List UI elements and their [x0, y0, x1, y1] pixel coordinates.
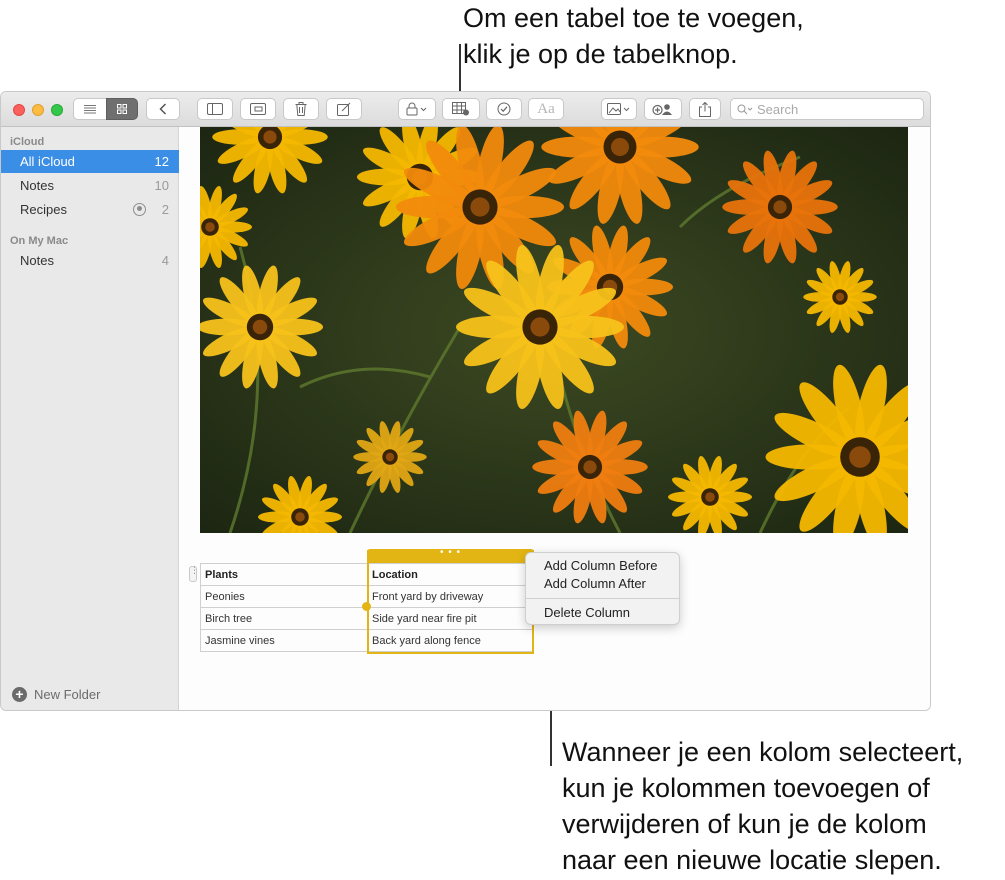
table-header-row: Plants Location — [200, 563, 534, 586]
delete-note-button[interactable] — [283, 98, 319, 120]
search-input[interactable] — [757, 101, 917, 117]
minimize-window-button[interactable] — [32, 104, 44, 116]
toggle-sidebar-button[interactable] — [197, 98, 233, 120]
lock-note-button[interactable] — [398, 98, 436, 120]
table-header-cell[interactable]: Plants — [200, 563, 368, 586]
search-field[interactable] — [730, 98, 924, 120]
note-count: 4 — [161, 253, 169, 268]
callout-column-selection: Wanneer je een kolom selecteert, kun je … — [562, 734, 963, 878]
checklist-button[interactable] — [486, 98, 522, 120]
new-note-button[interactable] — [326, 98, 362, 120]
photo-icon — [607, 103, 630, 115]
media-button[interactable] — [601, 98, 637, 120]
trash-icon — [295, 102, 307, 116]
back-button[interactable] — [146, 98, 180, 120]
compose-icon — [337, 102, 351, 116]
menu-item-add-column-before[interactable]: Add Column Before — [526, 557, 679, 575]
sidebar-icon — [207, 103, 223, 115]
sidebar-item-all-icloud[interactable]: All iCloud 12 — [1, 150, 179, 173]
format-button[interactable]: Aa — [528, 98, 564, 120]
callout-bottom-line: naar een nieuwe locatie slepen. — [562, 845, 942, 875]
format-label: Aa — [537, 100, 555, 117]
table-button[interactable] — [442, 98, 480, 120]
notes-window: Aa iCloud All iCloud 12 Notes 10 Recipes — [0, 91, 931, 711]
share-button[interactable] — [689, 98, 721, 120]
flowers-photo[interactable] — [200, 127, 908, 533]
note-count: 2 — [161, 202, 169, 217]
table-cell[interactable]: Back yard along fence — [367, 629, 534, 652]
flowers-image — [200, 127, 908, 533]
table-cell[interactable]: Jasmine vines — [200, 629, 368, 652]
search-icon — [737, 104, 753, 114]
callout-top-line: klik je op de tabelknop. — [463, 39, 738, 69]
note-count: 12 — [154, 154, 169, 169]
toolbar: Aa — [1, 92, 930, 127]
attachments-button[interactable] — [240, 98, 276, 120]
sidebar-item-mac-notes[interactable]: Notes 4 — [1, 249, 179, 272]
menu-item-delete-column[interactable]: Delete Column — [526, 604, 679, 622]
column-drag-handle[interactable]: • • • — [367, 548, 534, 563]
gallery-view-icon — [117, 104, 127, 114]
gallery-view-button[interactable] — [106, 98, 138, 120]
table-icon — [452, 102, 469, 116]
lock-icon — [406, 102, 427, 116]
table-cell[interactable]: Peonies — [200, 585, 368, 608]
sidebar-item-label: Notes — [20, 253, 54, 268]
list-view-button[interactable] — [73, 98, 107, 120]
sidebar-item-label: All iCloud — [20, 154, 75, 169]
callout-table-button: Om een tabel toe te voegen, klik je op d… — [463, 0, 804, 72]
list-view-icon — [84, 105, 96, 114]
sidebar-header-icloud: iCloud — [10, 136, 45, 148]
new-folder-button[interactable]: + New Folder — [12, 687, 100, 702]
plus-circle-icon: + — [12, 687, 27, 702]
callout-bottom-line: Wanneer je een kolom selecteert, — [562, 737, 964, 767]
zoom-window-button[interactable] — [51, 104, 63, 116]
sidebar-item-label: Notes — [20, 178, 54, 193]
add-people-button[interactable] — [644, 98, 682, 120]
callout-bottom-line: kun je kolommen toevoegen of — [562, 773, 930, 803]
table-row: Jasmine vines Back yard along fence — [200, 629, 534, 652]
sidebar-item-recipes[interactable]: Recipes 2 — [1, 198, 179, 221]
note-table[interactable]: ⋮ • • • Plants Location Peonies Front ya… — [189, 548, 534, 654]
shared-folder-icon — [133, 203, 146, 216]
table-cell[interactable]: Front yard by driveway — [367, 585, 534, 608]
close-window-button[interactable] — [13, 104, 25, 116]
table-cell[interactable]: Birch tree — [200, 607, 368, 630]
menu-separator — [526, 598, 679, 599]
column-context-menu: Add Column Before Add Column After Delet… — [525, 552, 680, 625]
sidebar-header-on-my-mac: On My Mac — [10, 235, 69, 247]
note-count: 10 — [154, 178, 169, 193]
attachments-browser-icon — [250, 103, 266, 115]
callout-top-line: Om een tabel toe te voegen, — [463, 3, 804, 33]
sidebar: iCloud All iCloud 12 Notes 10 Recipes 2 … — [1, 127, 179, 710]
column-selection-dot — [362, 602, 371, 611]
sidebar-item-label: Recipes — [20, 202, 67, 217]
callout-leader-line — [459, 44, 461, 96]
new-folder-label: New Folder — [34, 687, 101, 702]
chevron-left-icon — [159, 103, 167, 115]
table-cell[interactable]: Side yard near fire pit — [367, 607, 534, 630]
share-icon — [699, 101, 711, 117]
checklist-icon — [497, 102, 511, 116]
callout-bottom-line: verwijderen of kun je de kolom — [562, 809, 927, 839]
add-people-icon — [652, 104, 672, 116]
sidebar-item-notes[interactable]: Notes 10 — [1, 174, 179, 197]
row-drag-handle[interactable]: ⋮ — [189, 566, 199, 582]
table-header-cell[interactable]: Location — [367, 563, 534, 586]
menu-item-add-column-after[interactable]: Add Column After — [526, 575, 679, 593]
